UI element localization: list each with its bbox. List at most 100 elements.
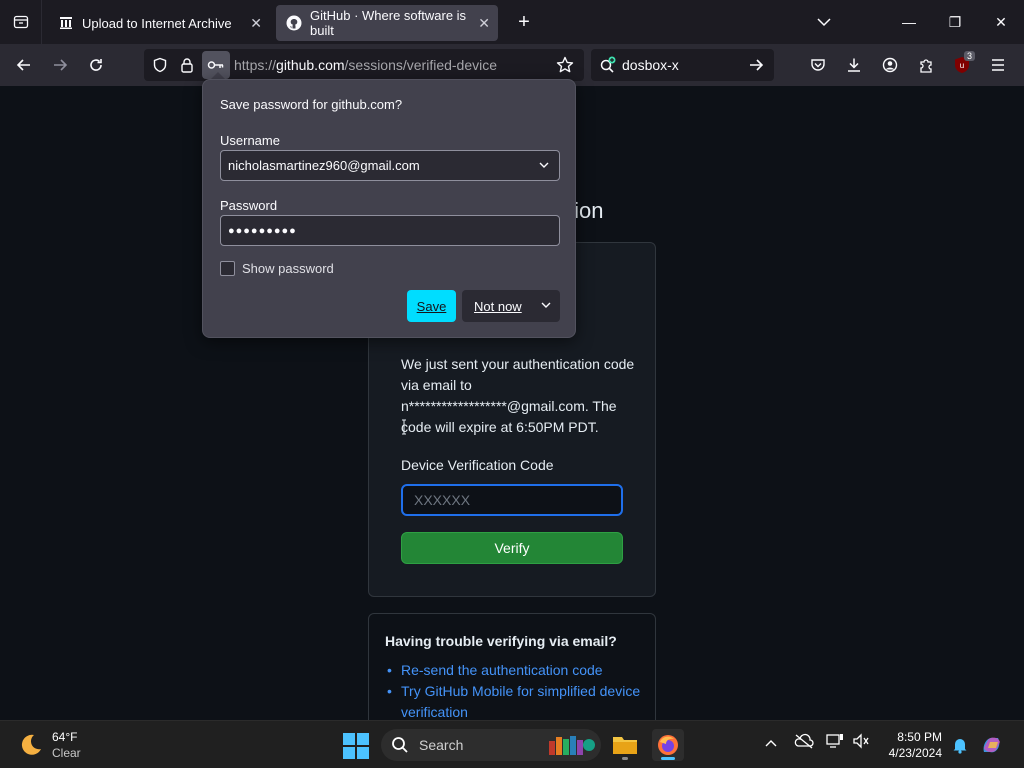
app-menu-button[interactable] [980, 49, 1016, 81]
github-icon [286, 15, 302, 31]
password-label: Password [220, 198, 278, 213]
weather-widget[interactable]: 64°F Clear [18, 729, 81, 761]
chevron-down-icon[interactable] [538, 159, 550, 171]
search-icon [392, 737, 408, 753]
back-button[interactable] [6, 49, 42, 81]
reload-icon [90, 59, 102, 71]
hamburger-menu-icon [992, 59, 1004, 71]
reload-button[interactable] [78, 49, 114, 81]
tab-github[interactable]: GitHub · Where software is built ✕ [276, 5, 498, 41]
close-tab-icon[interactable]: ✕ [250, 15, 262, 32]
tab-title: GitHub · Where software is built [310, 8, 467, 38]
not-now-button[interactable]: Not now [462, 290, 560, 322]
show-password-option[interactable]: Show password [220, 261, 334, 276]
search-label: Search [419, 737, 464, 753]
search-bar[interactable]: dosbox-x [591, 49, 774, 81]
forward-arrow-icon [54, 59, 68, 71]
password-field[interactable]: ●●●●●●●●● [220, 215, 560, 246]
tab-title: Upload to Internet Archive [82, 15, 232, 31]
username-label: Username [220, 133, 280, 148]
verification-code-input[interactable] [401, 484, 623, 516]
username-value: nicholasmartinez960@gmail.com [228, 158, 420, 173]
show-password-checkbox[interactable] [220, 261, 235, 276]
toolbar-right: u 3 [800, 49, 1016, 81]
pocket-button[interactable] [800, 49, 836, 81]
weather-desc: Clear [52, 746, 81, 760]
volume-muted-icon[interactable] [852, 733, 880, 754]
bookmark-star-icon[interactable] [556, 56, 574, 79]
password-value: ●●●●●●●●● [228, 224, 297, 237]
puzzle-piece-icon [920, 59, 932, 73]
firefox-view-icon [13, 15, 28, 29]
windows-logo-pane [357, 733, 369, 745]
verify-button[interactable]: Verify [401, 532, 623, 564]
svg-text:u: u [960, 61, 964, 70]
windows-logo-pane [343, 747, 355, 759]
restore-icon[interactable]: ❐ [932, 14, 978, 31]
close-window-icon[interactable]: ✕ [978, 14, 1024, 31]
clock-date: 4/23/2024 [888, 746, 942, 760]
close-tab-icon[interactable]: ✕ [478, 15, 490, 32]
account-button[interactable] [872, 49, 908, 81]
account-icon [882, 57, 898, 73]
github-mobile-link[interactable]: Try GitHub Mobile for simplified device … [401, 683, 640, 720]
save-password-button[interactable]: Save [407, 290, 456, 322]
notifications-button[interactable] [944, 729, 976, 761]
firefox-view-button[interactable] [0, 0, 42, 44]
popup-title: Save password for github.com? [220, 97, 403, 112]
copilot-button[interactable] [976, 729, 1008, 761]
start-button[interactable] [343, 733, 369, 759]
clock-time: 8:50 PM [897, 730, 942, 744]
tab-upload-to-internet-archive[interactable]: Upload to Internet Archive ✕ [48, 5, 270, 41]
extension-badge-count: 3 [964, 51, 976, 61]
file-explorer-button[interactable] [609, 729, 641, 761]
moon-icon [21, 734, 41, 755]
list-item: Try GitHub Mobile for simplified device … [387, 681, 647, 723]
search-engine-icon[interactable] [599, 56, 617, 79]
taskbar-search[interactable]: Search [381, 729, 601, 761]
resend-code-link[interactable]: Re-send the authentication code [401, 662, 603, 678]
firefox-taskbar-button[interactable] [652, 729, 684, 761]
help-links: Re-send the authentication code Try GitH… [387, 660, 647, 723]
url-scheme: https:// [234, 57, 277, 73]
search-query: dosbox-x [622, 57, 679, 73]
extensions-button[interactable] [908, 49, 944, 81]
lock-icon[interactable] [180, 57, 194, 78]
list-item: Re-send the authentication code [387, 660, 647, 681]
system-tray [764, 733, 880, 754]
save-password-popup: Save password for github.com? Username n… [202, 79, 576, 338]
help-title: Having trouble verifying via email? [385, 633, 617, 649]
plus-icon: + [518, 10, 530, 33]
system-clock[interactable]: 8:50 PM 4/23/2024 [880, 729, 942, 761]
search-highlight-icon [547, 733, 595, 760]
windows-logo-icon [343, 733, 355, 745]
archive-icon [58, 15, 74, 31]
url-host: github.com [276, 57, 345, 73]
copilot-icon [983, 737, 1000, 753]
forward-button[interactable] [42, 49, 78, 81]
show-password-label: Show password [242, 261, 334, 276]
back-arrow-icon [16, 59, 30, 71]
show-hidden-icons-chevron-up-icon[interactable] [764, 735, 782, 753]
folder-icon [613, 737, 637, 754]
url-text[interactable]: https://github.com/sessions/verified-dev… [234, 57, 497, 73]
firefox-icon [658, 735, 678, 755]
download-icon [848, 58, 860, 72]
ublock-origin-button[interactable]: u 3 [944, 49, 980, 81]
chevron-down-icon [817, 18, 831, 27]
minimize-icon[interactable]: — [886, 14, 932, 30]
list-all-tabs-button[interactable] [812, 12, 836, 32]
username-field[interactable]: nicholasmartinez960@gmail.com [220, 150, 560, 181]
windows-logo-pane [357, 747, 369, 759]
onedrive-offline-icon[interactable] [794, 733, 826, 754]
url-path: /sessions/verified-device [344, 57, 498, 73]
chevron-down-icon[interactable] [540, 299, 552, 311]
network-icon[interactable] [826, 733, 852, 754]
verification-message: We just sent your authentication code vi… [401, 356, 635, 435]
new-tab-button[interactable]: + [506, 4, 542, 40]
windows-taskbar: 64°F Clear Search 8:50 PM 4/23/2024 [0, 720, 1024, 768]
tracking-protection-shield-icon[interactable] [152, 57, 168, 78]
downloads-button[interactable] [836, 49, 872, 81]
bell-icon [953, 739, 967, 754]
search-go-arrow-icon[interactable] [748, 57, 764, 78]
